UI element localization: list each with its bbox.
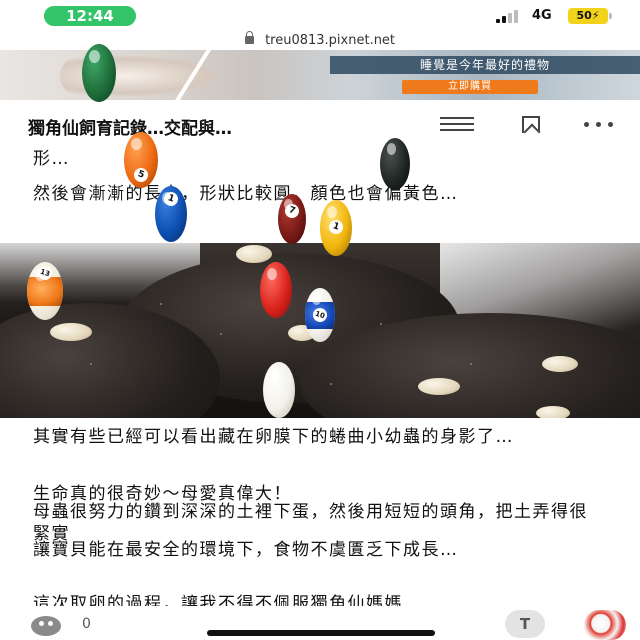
avatar[interactable] [584, 610, 626, 640]
network-type: 4G [532, 8, 552, 23]
billiard-ball: 1 [155, 186, 187, 242]
article-header: 獨角仙飼育記錄…交配與… [0, 100, 640, 146]
bottom-bar: 0 T [0, 606, 640, 640]
tip-button[interactable]: T [505, 610, 545, 638]
billiard-ball [260, 262, 292, 318]
battery-icon: 50⚡ [568, 8, 612, 24]
charging-bolt-icon: ⚡ [591, 9, 600, 22]
paragraph: 形… [33, 149, 70, 169]
article-title[interactable]: 獨角仙飼育記錄…交配與… [28, 114, 232, 139]
reaction-count: 0 [82, 616, 91, 632]
bookmark-icon[interactable] [522, 116, 540, 133]
ad-headline: 睡覺是今年最好的禮物 [330, 56, 640, 74]
more-icon[interactable] [584, 122, 614, 127]
clock: 12:44 [44, 6, 136, 26]
home-indicator[interactable] [207, 630, 435, 636]
paragraph: 這次取卵的過程，讓我不得不佩服獨角仙媽媽 [33, 594, 403, 606]
paragraph: 其實有些已經可以看出藏在卵膜下的蜷曲小幼蟲的身影了… [33, 427, 514, 447]
billiard-ball: 1 [320, 200, 352, 256]
billiard-ball: 13 [27, 262, 63, 320]
billiard-ball [82, 44, 116, 102]
egg [542, 356, 578, 372]
egg [418, 378, 460, 395]
status-bar: 12:44 4G 50⚡ [0, 0, 640, 30]
ad-buy-button[interactable]: 立即購買 [402, 80, 538, 94]
egg [236, 245, 272, 263]
cue-ball [263, 362, 295, 418]
billiard-ball: 5 [124, 132, 158, 188]
billiard-ball: 10 [305, 288, 335, 342]
billiard-ball: 7 [278, 194, 306, 244]
paragraph: 然後會漸漸的長大，形狀比較圓，顏色也會偏黃色… [33, 184, 459, 204]
menu-icon[interactable] [440, 117, 474, 131]
reaction-icon[interactable] [31, 616, 61, 636]
paragraph: 讓寶貝能在最安全的環境下，食物不虞匱乏下成長… [33, 540, 459, 560]
egg [50, 323, 92, 341]
url-text: treu0813.pixnet.net [265, 33, 396, 48]
egg [536, 406, 570, 418]
billiard-ball [380, 138, 410, 190]
battery-level: 50 [576, 9, 592, 22]
signal-icon [496, 9, 526, 23]
lock-icon [244, 30, 254, 44]
